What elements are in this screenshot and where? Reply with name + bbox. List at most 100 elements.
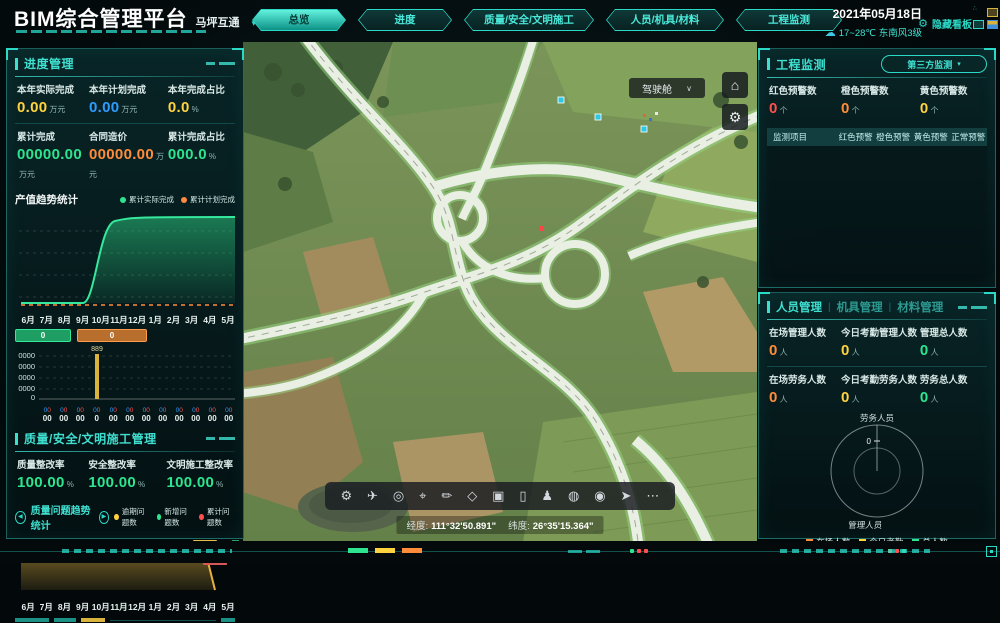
home-icon: ⌂ xyxy=(731,77,739,93)
radar-axis-top: 劳务人员 xyxy=(860,413,894,423)
current-date: 2021年05月18日 xyxy=(825,5,922,22)
section-accent-bar xyxy=(15,433,18,445)
camera-pin-icon[interactable]: ◉ xyxy=(594,482,605,510)
cockpit-label: 驾驶舱 xyxy=(642,81,672,96)
radar-tick: 0 xyxy=(867,437,872,446)
tab-personnel-equipment[interactable]: 人员/机具/材料 xyxy=(606,9,724,31)
viewpoint-icon[interactable]: ◎ xyxy=(393,482,404,510)
flag-pin-icon[interactable]: ➤ xyxy=(621,482,632,510)
svg-text:0000: 0000 xyxy=(18,351,35,360)
stat-cumulative-ratio: 累计完成占比 000.0% xyxy=(168,129,233,182)
tab-personnel[interactable]: 人员管理 xyxy=(776,299,822,315)
monitoring-table-body[interactable] xyxy=(767,146,987,274)
trend-legend: 累计实际完成 累计计划完成 xyxy=(120,194,235,205)
svg-text:0000: 0000 xyxy=(18,384,35,393)
settings-icon[interactable]: ⚙ xyxy=(340,482,352,510)
trend-chart-title: 产值趋势统计 xyxy=(15,192,78,207)
chevron-down-icon: ∨ xyxy=(686,84,692,93)
personnel-panel: 人员管理 | 机具管理 | 材料管理 在场管理人数 0人 今日考勤管理人数 0人… xyxy=(758,292,996,539)
latitude-value: 26°35'15.364" xyxy=(533,521,594,532)
yellow-panel-icon[interactable] xyxy=(987,8,998,17)
progress-stats-row1: 本年实际完成 0.00万元 本年计划完成 0.00万元 本年完成占比 0.0% xyxy=(7,77,243,123)
progress-stats-row2: 累计完成 00000.00万元 合同造价 00000.00万元 累计完成占比 0… xyxy=(7,124,243,188)
terrain-3d-view xyxy=(243,42,757,542)
flag-icon[interactable] xyxy=(987,20,998,29)
stat-contract-price: 合同造价 00000.00万元 xyxy=(89,129,168,182)
header-corner-icons: ∴ xyxy=(973,8,998,29)
zoom-handle-left[interactable]: 0 xyxy=(15,329,71,342)
tab-overview[interactable]: 总览 xyxy=(252,9,346,31)
stat-attendance-laborers: 今日考勤劳务人数 0人 xyxy=(841,372,920,407)
shield-icon[interactable]: ▣ xyxy=(492,482,504,510)
longitude-label: 经度: xyxy=(406,521,428,532)
brand: BIM综合管理平台 马坪互通 ▾ xyxy=(14,3,256,33)
hide-dashboard-button[interactable]: ⚙ 隐藏看板 xyxy=(918,16,972,31)
header-datetime: 2021年05月18日 ☁17~28℃ 东南风3级 xyxy=(825,5,922,39)
home-view-button[interactable]: ⌂ xyxy=(722,72,748,98)
legend-dot-actual xyxy=(120,197,126,203)
cyan-panel-icon[interactable] xyxy=(973,20,984,29)
person-view-icon[interactable]: ♟ xyxy=(541,482,553,510)
left-panel: 进度管理 本年实际完成 0.00万元 本年计划完成 0.00万元 本年完成占比 … xyxy=(6,48,244,539)
scatter-icon[interactable]: ∴ xyxy=(973,8,982,15)
personnel-stats-row1: 在场管理人数 0人 今日考勤管理人数 0人 管理总人数 0人 xyxy=(759,320,995,366)
svg-text:0000: 0000 xyxy=(18,373,35,382)
tab-quality-safety[interactable]: 质量/安全/文明施工 xyxy=(464,9,594,31)
section-accent-bar xyxy=(767,58,770,70)
tab-equipment[interactable]: 机具管理 xyxy=(837,299,883,315)
next-chart-button[interactable]: ▶ xyxy=(99,511,110,524)
model-box-icon[interactable]: ◇ xyxy=(467,482,477,510)
measure-icon[interactable]: ✏ xyxy=(441,482,452,510)
longitude-value: 111°32'50.891" xyxy=(431,521,496,532)
stat-yellow-alerts: 黄色预警数 0个 xyxy=(920,83,985,118)
stat-year-actual: 本年实际完成 0.00万元 xyxy=(17,82,89,117)
more-tools-icon[interactable]: ⋯ xyxy=(646,482,659,510)
stat-attendance-managers: 今日考勤管理人数 0人 xyxy=(841,325,920,360)
svg-text:0000: 0000 xyxy=(18,362,35,371)
stat-red-alerts: 红色预警数 0个 xyxy=(769,83,841,118)
stat-cumulative-done: 累计完成 00000.00万元 xyxy=(17,129,89,182)
nav-tabs: 总览 进度 质量/安全/文明施工 人员/机具/材料 工程监测 xyxy=(252,9,842,31)
personnel-stats-row2: 在场劳务人数 0人 今日考勤劳务人数 0人 劳务总人数 0人 xyxy=(759,367,995,413)
flyover-icon[interactable]: ✈ xyxy=(367,482,378,510)
quality-stats: 质量整改率 100.00% 安全整改率 100.00% 文明施工整改率 100.… xyxy=(7,452,243,498)
stat-total-managers: 管理总人数 0人 xyxy=(920,325,985,360)
roam-controller-icon[interactable]: ⌖ xyxy=(419,482,426,510)
quality-trend-title: 质量问题趋势统计 xyxy=(31,502,94,532)
section-accent-bar xyxy=(767,301,770,313)
monitoring-panel: 工程监测 第三方监测 ▾ 红色预警数 0个 橙色预警数 0个 黄色预警数 0个 … xyxy=(758,48,996,288)
corner-marker xyxy=(986,546,997,557)
zoom-handle-right[interactable]: 0 xyxy=(77,329,147,342)
map-viewport[interactable]: 驾驶舱 ∨ ⌂ ⚙ ⚙ ✈ ◎ ⌖ ✏ ◇ ▣ ▯ ♟ ◍ ◉ ➤ ⋯ 经度:111°32'50.891… xyxy=(243,42,757,542)
cloud-icon: ☁ xyxy=(825,27,836,39)
personnel-radar-chart: 劳务人员 0 管理人员 xyxy=(759,413,995,536)
stat-onsite-laborers: 在场劳务人数 0人 xyxy=(769,372,841,407)
latitude-label: 纬度: xyxy=(508,521,530,532)
map-settings-button[interactable]: ⚙ xyxy=(722,104,748,130)
weather-text: 17~28℃ 东南风3级 xyxy=(839,28,922,39)
monitoring-table-header: 监测项目 红色预警 橙色预警 黄色预警 正常预警 xyxy=(767,128,987,146)
bar-september[interactable] xyxy=(95,354,99,399)
section-decor xyxy=(206,62,235,65)
cockpit-dropdown[interactable]: 驾驶舱 ∨ xyxy=(629,78,705,98)
stat-onsite-managers: 在场管理人数 0人 xyxy=(769,325,841,360)
legend-dot-cumulative xyxy=(199,514,204,520)
bottom-decor-bar xyxy=(0,541,1000,563)
stat-year-ratio: 本年完成占比 0.0% xyxy=(168,82,233,117)
section-decor xyxy=(206,437,235,440)
app-title: BIM综合管理平台 xyxy=(14,3,188,33)
bar-x-axis-values: 000000000000000000000000 xyxy=(7,407,243,414)
radar-axis-bottom: 管理人员 xyxy=(848,520,883,530)
monthly-bar-chart: 0000 0000 0000 0000 0 889 xyxy=(11,344,239,402)
hide-dashboard-label: 隐藏看板 xyxy=(932,16,972,31)
tab-materials[interactable]: 材料管理 xyxy=(897,299,943,315)
monitoring-source-dropdown[interactable]: 第三方监测 ▾ xyxy=(881,55,987,73)
project-name[interactable]: 马坪互通 xyxy=(196,14,240,30)
split-view-icon[interactable]: ▯ xyxy=(519,482,526,510)
panel-footer-decor xyxy=(15,617,235,623)
tab-progress[interactable]: 进度 xyxy=(358,9,452,31)
prev-chart-button[interactable]: ◀ xyxy=(15,511,26,524)
output-trend-chart xyxy=(11,209,239,309)
personnel-tabs: 人员管理 | 机具管理 | 材料管理 xyxy=(759,293,995,318)
remove-pin-icon[interactable]: ◍ xyxy=(568,482,579,510)
